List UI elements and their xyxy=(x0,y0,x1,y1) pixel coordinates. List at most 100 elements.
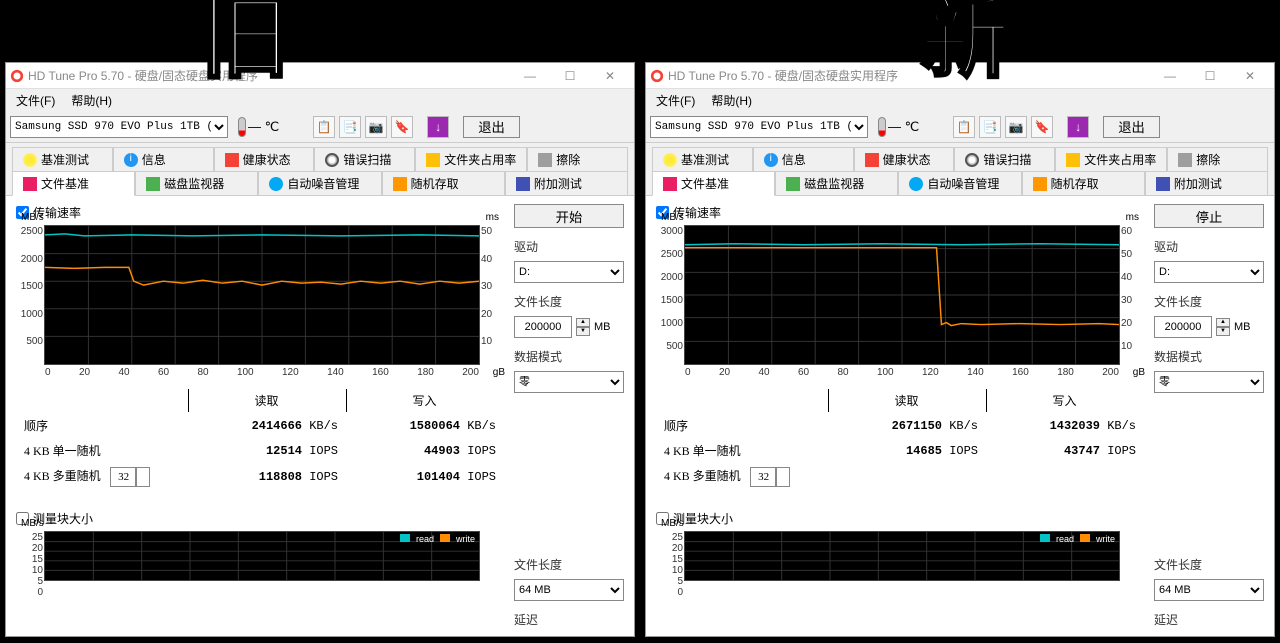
tab-aam[interactable]: 自动噪音管理 xyxy=(898,171,1021,196)
tab-benchmark[interactable]: 基准测试 xyxy=(12,147,113,172)
row-randN: 4 KB 多重随机 32▲▼ xyxy=(18,464,186,490)
label-data-pattern: 数据模式 xyxy=(514,348,624,365)
file-length-input[interactable] xyxy=(514,316,572,338)
axis-left: 2500200015001000500 xyxy=(17,226,43,364)
start-button[interactable]: 开始 xyxy=(514,204,624,228)
refresh-icon[interactable]: ↓ xyxy=(1067,116,1089,138)
drive-select[interactable]: D: xyxy=(514,261,624,283)
axis-end-unit: gB xyxy=(1133,367,1145,378)
tab-disk-monitor[interactable]: 磁盘监视器 xyxy=(775,171,898,196)
info-icon: i xyxy=(124,153,138,167)
magnifier-icon xyxy=(965,153,979,167)
close-button[interactable]: ✕ xyxy=(1230,64,1270,88)
menu-file[interactable]: 文件(F) xyxy=(10,90,61,111)
menu-help[interactable]: 帮助(H) xyxy=(65,90,118,111)
tab-file-benchmark[interactable]: 文件基准 xyxy=(652,171,775,196)
device-select[interactable]: Samsung SSD 970 EVO Plus 1TB (1000 xyxy=(650,116,868,138)
tab-error-scan[interactable]: 错误扫描 xyxy=(314,147,415,172)
stop-button[interactable]: 停止 xyxy=(1154,204,1264,228)
exit-button[interactable]: 退出 xyxy=(463,116,520,138)
tab-folder-usage[interactable]: 文件夹占用率 xyxy=(415,147,527,172)
exit-button[interactable]: 退出 xyxy=(1103,116,1160,138)
label-file-length-2: 文件长度 xyxy=(514,556,624,573)
tab-aam[interactable]: 自动噪音管理 xyxy=(258,171,381,196)
tab-benchmark[interactable]: 基准测试 xyxy=(652,147,753,172)
maximize-button[interactable]: ☐ xyxy=(1190,64,1230,88)
hdr-read: 读取 xyxy=(188,389,344,412)
data-pattern-select[interactable]: 零 xyxy=(1154,371,1264,393)
window-new: HD Tune Pro 5.70 - 硬盘/固态硬盘实用程序 — ☐ ✕ 文件(… xyxy=(645,62,1275,637)
tab-strip: 基准测试 i信息 健康状态 错误扫描 文件夹占用率 擦除 文件基准 磁盘监视器 … xyxy=(6,143,634,195)
hdr-write: 写入 xyxy=(346,389,502,412)
maximize-button[interactable]: ☐ xyxy=(550,64,590,88)
thread-count-spinner[interactable]: 32▲▼ xyxy=(110,467,150,487)
tab-random-access[interactable]: 随机存取 xyxy=(382,171,505,196)
label-file-length: 文件长度 xyxy=(1154,293,1264,310)
axis-right: 5040302010 xyxy=(481,226,501,364)
chart-svg xyxy=(685,226,1119,364)
tab-erase[interactable]: 擦除 xyxy=(527,147,628,172)
minimize-button[interactable]: — xyxy=(510,64,550,88)
menu-file[interactable]: 文件(F) xyxy=(650,90,701,111)
label-drive: 驱动 xyxy=(1154,238,1264,255)
content-panel: 传输速率 MB/s ms 2500200015001000500 5040302… xyxy=(6,195,634,636)
folder-icon xyxy=(1066,153,1080,167)
side-panel: 开始 驱动 D: 文件长度 ▲▼MB 数据模式 零 文件长度 64 MB 延迟 xyxy=(514,204,624,628)
extra-icon xyxy=(516,177,530,191)
tab-extra-tests[interactable]: 附加测试 xyxy=(505,171,628,196)
close-button[interactable]: ✕ xyxy=(590,64,630,88)
copy-icon[interactable]: 📋 xyxy=(953,116,975,138)
screenshot-icon[interactable]: 📷 xyxy=(365,116,387,138)
tab-folder-usage[interactable]: 文件夹占用率 xyxy=(1055,147,1167,172)
hdr-write: 写入 xyxy=(986,389,1142,412)
tab-health[interactable]: 健康状态 xyxy=(214,147,315,172)
copy-all-icon[interactable]: 📑 xyxy=(339,116,361,138)
copy-icon[interactable]: 📋 xyxy=(313,116,335,138)
tab-file-benchmark[interactable]: 文件基准 xyxy=(12,171,135,196)
file-length-select-2[interactable]: 64 MB xyxy=(514,579,624,601)
window-old: HD Tune Pro 5.70 - 硬盘/固态硬盘实用程序 — ☐ ✕ 文件(… xyxy=(5,62,635,637)
axis-end-unit: gB xyxy=(493,367,505,378)
axis-left-2: 2520151050 xyxy=(657,532,683,580)
line-read xyxy=(45,234,479,236)
save-icon[interactable]: 🔖 xyxy=(391,116,413,138)
menubar: 文件(F) 帮助(H) xyxy=(646,89,1274,111)
screenshot-icon[interactable]: 📷 xyxy=(1005,116,1027,138)
health-icon xyxy=(865,153,879,167)
legend-write-swatch xyxy=(440,534,450,542)
tab-strip: 基准测试 i信息 健康状态 错误扫描 文件夹占用率 擦除 文件基准 磁盘监视器 … xyxy=(646,143,1274,195)
file-length-input[interactable] xyxy=(1154,316,1212,338)
folder-icon xyxy=(426,153,440,167)
random-icon xyxy=(393,177,407,191)
tab-erase[interactable]: 擦除 xyxy=(1167,147,1268,172)
menu-help[interactable]: 帮助(H) xyxy=(705,90,758,111)
chart-main: MB/s ms 30002500200015001000500 60504030… xyxy=(684,225,1120,365)
tab-health[interactable]: 健康状态 xyxy=(854,147,955,172)
tab-info[interactable]: i信息 xyxy=(113,147,214,172)
row-rand1: 4 KB 单一随机 xyxy=(658,439,826,462)
row-seq: 顺序 xyxy=(658,414,826,437)
axis-mbs: MB/s xyxy=(21,212,44,223)
axis-ms: ms xyxy=(1126,212,1139,223)
tab-info[interactable]: i信息 xyxy=(753,147,854,172)
chart-svg xyxy=(45,226,479,364)
tab-random-access[interactable]: 随机存取 xyxy=(1022,171,1145,196)
tab-disk-monitor[interactable]: 磁盘监视器 xyxy=(135,171,258,196)
tab-extra-tests[interactable]: 附加测试 xyxy=(1145,171,1268,196)
data-pattern-select[interactable]: 零 xyxy=(514,371,624,393)
lightbulb-icon xyxy=(23,153,37,167)
refresh-icon[interactable]: ↓ xyxy=(427,116,449,138)
result-table: 读取写入 顺序 2671150 KB/s 1432039 KB/s 4 KB 单… xyxy=(656,387,1144,492)
tab-error-scan[interactable]: 错误扫描 xyxy=(954,147,1055,172)
random-icon xyxy=(1033,177,1047,191)
temperature-display: — ℃ xyxy=(238,117,279,137)
drive-select[interactable]: D: xyxy=(1154,261,1264,283)
minimize-button[interactable]: — xyxy=(1150,64,1190,88)
copy-all-icon[interactable]: 📑 xyxy=(979,116,1001,138)
legend-write-swatch xyxy=(1080,534,1090,542)
save-icon[interactable]: 🔖 xyxy=(1031,116,1053,138)
device-select[interactable]: Samsung SSD 970 EVO Plus 1TB (1000 xyxy=(10,116,228,138)
file-length-select-2[interactable]: 64 MB xyxy=(1154,579,1264,601)
thermometer-icon xyxy=(878,117,886,137)
thread-count-spinner[interactable]: 32▲▼ xyxy=(750,467,790,487)
